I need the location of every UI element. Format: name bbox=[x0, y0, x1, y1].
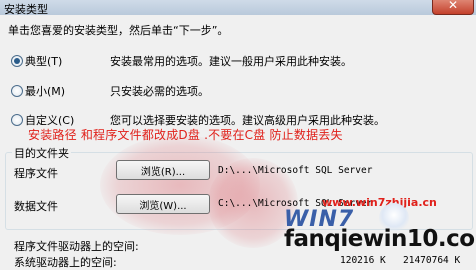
option-typical-label[interactable]: 典型(T) bbox=[25, 53, 62, 69]
radio-minimal[interactable] bbox=[11, 85, 23, 97]
destination-legend: 目的文件夹 bbox=[12, 145, 71, 161]
data-files-label: 数据文件 bbox=[14, 200, 58, 213]
browse-program-files-button[interactable]: 浏览(R)... bbox=[116, 160, 210, 180]
option-typical-description: 安装最常用的选项。建议一般用户采用此种安装。 bbox=[110, 55, 352, 68]
option-minimal-description: 只安装必需的选项。 bbox=[110, 85, 209, 98]
title-bar bbox=[0, 0, 476, 15]
fangqie-watermark: fanqiewin10.com bbox=[284, 226, 476, 252]
system-drive-required: 120216 K bbox=[340, 255, 386, 266]
browse-data-files-button[interactable]: 浏览(W)... bbox=[116, 194, 210, 214]
close-icon: ✕ bbox=[447, 0, 459, 12]
radio-custom[interactable] bbox=[11, 114, 23, 126]
system-drive-available: 21470764 K bbox=[403, 255, 461, 266]
radio-typical[interactable] bbox=[11, 55, 23, 67]
option-minimal-label[interactable]: 最小(M) bbox=[25, 83, 65, 99]
program-files-label: 程序文件 bbox=[14, 167, 58, 180]
program-drive-space-label: 程序文件驱动器上的空间: bbox=[14, 240, 139, 253]
window-title: 安装类型 bbox=[4, 3, 48, 16]
close-button[interactable]: ✕ bbox=[432, 0, 474, 15]
system-drive-space-label: 系统驱动器上的空间: bbox=[14, 256, 117, 269]
instruction-text: 单击您喜爱的安装类型，然后单击“下一步”。 bbox=[8, 24, 229, 37]
program-files-path: D:\...\Microsoft SQL Server bbox=[218, 165, 373, 176]
